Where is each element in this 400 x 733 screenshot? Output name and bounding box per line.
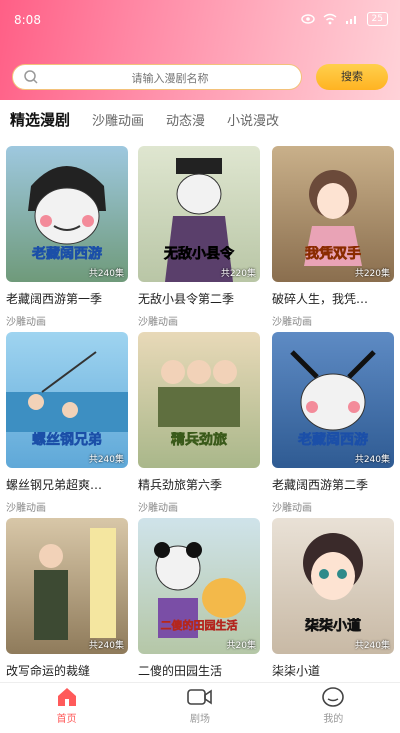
- drama-cover: 老藏阔西游 共240集: [6, 146, 128, 282]
- cover-title: 老藏阔西游: [32, 246, 103, 262]
- nav-profile[interactable]: 我的: [267, 683, 400, 733]
- tab-novel-adaptation[interactable]: 小说漫改: [227, 110, 279, 129]
- drama-category: 沙雕动画: [138, 317, 178, 328]
- video-icon: [187, 689, 212, 705]
- drama-card[interactable]: 精兵劲旅 精兵劲旅第六季 沙雕动画: [138, 332, 260, 514]
- drama-cover: 老藏阔西游 共240集: [272, 332, 394, 468]
- episode-count: 共20集: [226, 641, 256, 651]
- status-icons: 25: [300, 12, 388, 26]
- episode-count: 共240集: [354, 641, 390, 651]
- search-box[interactable]: [12, 64, 302, 90]
- episode-count: 共220集: [354, 269, 390, 279]
- search-row: 搜索: [12, 64, 392, 92]
- category-tabs: 精选漫剧 沙雕动画 动态漫 小说漫改: [0, 100, 400, 138]
- nav-label: 首页: [56, 714, 77, 725]
- drama-cover: 精兵劲旅: [138, 332, 260, 468]
- drama-card[interactable]: 我凭双手 共220集 破碎人生，我凭… 沙雕动画: [272, 146, 394, 328]
- nav-label: 剧场: [189, 714, 210, 725]
- episode-count: 共240集: [88, 455, 124, 465]
- cover-title: 无敌小县令: [164, 246, 235, 262]
- drama-title: 螺丝钢兄弟超爽…: [6, 478, 103, 492]
- cover-title: 螺丝钢兄弟: [32, 432, 103, 448]
- drama-category: 沙雕动画: [272, 503, 312, 514]
- cover-title: 老藏阔西游: [298, 432, 369, 448]
- drama-title: 柒柒小道: [272, 664, 321, 678]
- drama-cover: 共240集: [6, 518, 128, 654]
- signal-icon: [345, 16, 356, 24]
- drama-category: 沙雕动画: [272, 317, 312, 328]
- battery-icon: 25: [366, 12, 388, 26]
- drama-category: 沙雕动画: [6, 317, 46, 328]
- drama-card[interactable]: 螺丝钢兄弟 共240集 螺丝钢兄弟超爽… 沙雕动画: [6, 332, 128, 514]
- drama-category: 沙雕动画: [6, 503, 46, 514]
- cover-title: 精兵劲旅: [171, 432, 228, 448]
- drama-category: 沙雕动画: [138, 503, 178, 514]
- drama-title: 无敌小县令第二季: [138, 292, 235, 306]
- cover-illustration: [34, 528, 116, 640]
- status-time: 8:08: [14, 13, 41, 27]
- drama-title: 破碎人生，我凭…: [272, 292, 369, 306]
- tab-funny-animation[interactable]: 沙雕动画: [92, 110, 144, 129]
- home-icon: [57, 688, 76, 706]
- drama-cover: 我凭双手 共220集: [272, 146, 394, 282]
- cover-title: 我凭双手: [305, 246, 362, 262]
- status-bar: 8:08 25: [0, 0, 400, 40]
- episode-count: 共240集: [88, 269, 124, 279]
- cover-title: 柒柒小道: [305, 618, 362, 634]
- profile-icon: [322, 687, 345, 707]
- nav-label: 我的: [323, 714, 344, 725]
- drama-title: 老藏阔西游第一季: [6, 292, 103, 306]
- eye-icon: [300, 14, 315, 24]
- search-input[interactable]: [43, 68, 297, 88]
- drama-card[interactable]: 老藏阔西游 共240集 老藏阔西游第一季 沙雕动画: [6, 146, 128, 328]
- episode-count: 共240集: [354, 455, 390, 465]
- tab-featured[interactable]: 精选漫剧: [10, 109, 70, 130]
- drama-cover: 二傻的田园生活 共20集: [138, 518, 260, 654]
- search-icon: [24, 70, 38, 84]
- drama-card[interactable]: 二傻的田园生活 共20集 二傻的田园生活: [138, 518, 260, 685]
- drama-title: 精兵劲旅第六季: [138, 478, 223, 492]
- wifi-icon: [323, 13, 336, 25]
- bottom-navigation: 首页 剧场 我的: [0, 682, 400, 733]
- drama-title: 改写命运的裁缝: [6, 664, 91, 678]
- drama-cover: 柒柒小道 共240集: [272, 518, 394, 654]
- nav-theater[interactable]: 剧场: [133, 683, 266, 733]
- episode-count: 共240集: [88, 641, 124, 651]
- nav-home[interactable]: 首页: [0, 683, 133, 733]
- cover-title: 二傻的田园生活: [160, 619, 238, 633]
- drama-title: 二傻的田园生活: [138, 664, 223, 678]
- drama-card[interactable]: 柒柒小道 共240集 柒柒小道: [272, 518, 394, 685]
- drama-card[interactable]: 老藏阔西游 共240集 老藏阔西游第二季 沙雕动画: [272, 332, 394, 514]
- search-button[interactable]: 搜索: [316, 64, 388, 90]
- drama-cover: 螺丝钢兄弟 共240集: [6, 332, 128, 468]
- tab-animated-comic[interactable]: 动态漫: [166, 110, 205, 129]
- drama-card[interactable]: 无敌小县令 共220集 无敌小县令第二季 沙雕动画: [138, 146, 260, 328]
- drama-cover: 无敌小县令 共220集: [138, 146, 260, 282]
- episode-count: 共220集: [220, 269, 256, 279]
- drama-title: 老藏阔西游第二季: [272, 478, 369, 492]
- drama-card[interactable]: 共240集 改写命运的裁缝: [6, 518, 128, 685]
